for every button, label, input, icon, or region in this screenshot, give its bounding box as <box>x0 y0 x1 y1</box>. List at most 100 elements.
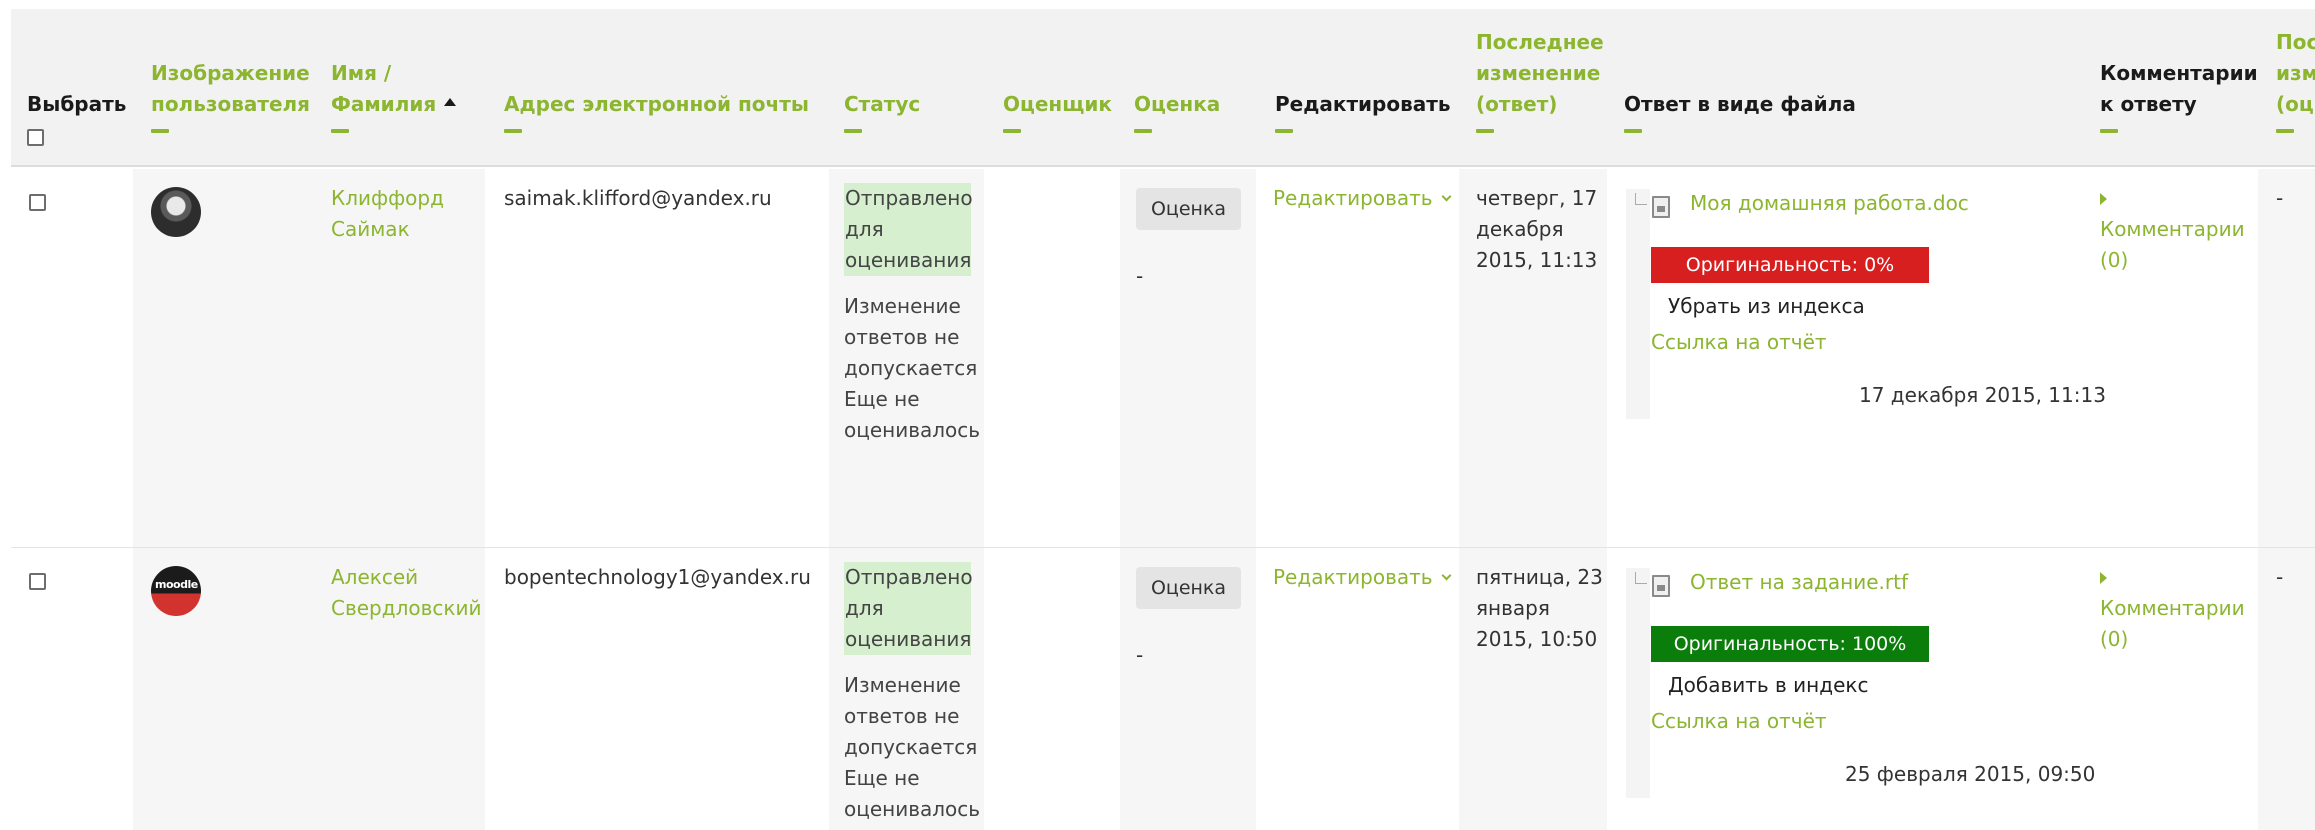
grade-button[interactable]: Оценка <box>1136 567 1241 609</box>
col-last-line2[interactable]: изм <box>2276 61 2315 85</box>
col-last-modified-grade[interactable]: Пос изм (оц <box>2276 27 2315 133</box>
col-name[interactable]: Имя / Фамилия <box>331 58 457 133</box>
row-select-checkbox[interactable] <box>29 573 46 590</box>
last-name[interactable]: Саймак <box>331 217 410 241</box>
modified-line2: декабря <box>1476 217 1564 241</box>
collapse-icon[interactable] <box>331 129 349 133</box>
col-status[interactable]: Статус <box>844 89 920 133</box>
select-all-checkbox[interactable] <box>27 129 44 146</box>
status-line3: оценивания <box>845 248 972 272</box>
avatar[interactable]: moodle <box>151 566 201 616</box>
file-link[interactable]: Моя домашняя работа.doc <box>1690 188 1969 219</box>
file-link[interactable]: Ответ на задание.rtf <box>1690 567 1908 598</box>
report-link[interactable]: Ссылка на отчёт <box>1651 706 1827 737</box>
col-modified-line3[interactable]: (ответ) <box>1476 92 1557 116</box>
col-last-line1[interactable]: Пос <box>2276 30 2315 54</box>
collapse-icon[interactable] <box>1624 129 1642 133</box>
edit-menu-label[interactable]: Редактировать <box>1273 186 1433 210</box>
user-name-link[interactable]: Клиффорд Саймак <box>331 183 444 245</box>
comments-count[interactable]: (0) <box>2100 627 2128 651</box>
originality-badge[interactable]: Оригинальность: 100% <box>1651 626 1929 662</box>
status-details: Изменение ответов не допускается Еще не … <box>844 291 980 446</box>
collapse-icon[interactable] <box>844 129 862 133</box>
expand-triangle-icon[interactable] <box>2100 193 2107 205</box>
expand-triangle-icon[interactable] <box>2100 572 2107 584</box>
col-grade-label[interactable]: Оценка <box>1134 92 1220 116</box>
col-status-label[interactable]: Статус <box>844 92 920 116</box>
comments-toggle[interactable]: Комментарии (0) <box>2100 183 2245 276</box>
col-grade[interactable]: Оценка <box>1134 89 1220 133</box>
report-link[interactable]: Ссылка на отчёт <box>1651 327 1827 358</box>
modified-line2: января <box>1476 596 1550 620</box>
status: Отправлено для оценивания Изменение отве… <box>844 562 980 825</box>
col-email-label[interactable]: Адрес электронной почты <box>504 92 809 116</box>
status: Отправлено для оценивания Изменение отве… <box>844 183 980 446</box>
edit-menu-label[interactable]: Редактировать <box>1273 565 1433 589</box>
collapse-icon[interactable] <box>1476 129 1494 133</box>
col-comments-line2: к ответу <box>2100 92 2197 116</box>
collapse-icon[interactable] <box>1134 129 1152 133</box>
collapse-icon[interactable] <box>151 129 169 133</box>
document-file-icon <box>1652 575 1670 597</box>
col-modified-line1[interactable]: Последнее <box>1476 30 1604 54</box>
table-header: Выбрать Изображение пользователя Имя / Ф… <box>11 9 2315 167</box>
grade-value: - <box>1136 264 1144 288</box>
status-line2: для <box>845 217 884 241</box>
comments-label[interactable]: Комментарии <box>2100 596 2245 620</box>
comments-toggle[interactable]: Комментарии (0) <box>2100 562 2245 655</box>
col-name-last-label[interactable]: Фамилия <box>331 92 436 116</box>
col-user-image[interactable]: Изображение пользователя <box>151 58 311 133</box>
col-user-image-label: Изображение пользователя <box>151 61 311 116</box>
table-row: Клиффорд Саймак saimak.klifford@yandex.r… <box>11 169 2315 548</box>
collapse-icon[interactable] <box>2276 129 2294 133</box>
col-name-first-label[interactable]: Имя / <box>331 61 391 85</box>
col-edit: Редактировать <box>1275 89 1451 133</box>
grade-button[interactable]: Оценка <box>1136 188 1241 230</box>
collapse-icon[interactable] <box>504 129 522 133</box>
col-grader-label[interactable]: Оценщик <box>1003 92 1112 116</box>
lock-line1: Изменение <box>844 294 961 318</box>
col-email[interactable]: Адрес электронной почты <box>504 89 809 133</box>
status-badge: Отправлено для оценивания <box>844 562 973 655</box>
first-name[interactable]: Клиффорд <box>331 186 444 210</box>
col-file-submission-label: Ответ в виде файла <box>1624 92 1856 116</box>
col-comments: Комментарии к ответу <box>2100 58 2258 133</box>
edit-menu[interactable]: Редактировать <box>1273 562 1452 593</box>
tree-connector <box>1635 572 1647 584</box>
user-name-link[interactable]: Алексей Свердловский <box>331 562 481 624</box>
last-modified: четверг, 17 декабря 2015, 11:13 <box>1476 183 1597 276</box>
comments-label[interactable]: Комментарии <box>2100 217 2245 241</box>
status-line1: Отправлено <box>845 565 973 589</box>
avatar[interactable] <box>151 187 201 237</box>
collapse-icon[interactable] <box>1275 129 1293 133</box>
col-comments-line1: Комментарии <box>2100 61 2258 85</box>
first-name[interactable]: Алексей <box>331 565 418 589</box>
chevron-down-icon <box>1441 191 1452 202</box>
file-date: 25 февраля 2015, 09:50 <box>1845 762 2096 786</box>
file-tree <box>1626 568 1650 798</box>
col-grader[interactable]: Оценщик <box>1003 89 1112 133</box>
add-to-index-link[interactable]: Добавить в индекс <box>1668 670 1868 701</box>
originality-badge[interactable]: Оригинальность: 0% <box>1651 247 1929 283</box>
col-last-modified[interactable]: Последнее изменение (ответ) <box>1476 27 1604 133</box>
modified-line3: 2015, 11:13 <box>1476 248 1598 272</box>
lock-line1: Изменение <box>844 673 961 697</box>
file-tree <box>1626 189 1650 419</box>
edit-menu[interactable]: Редактировать <box>1273 183 1452 214</box>
remove-from-index-link[interactable]: Убрать из индекса <box>1668 291 1865 322</box>
comments-count[interactable]: (0) <box>2100 248 2128 272</box>
col-select-label: Выбрать <box>27 92 127 116</box>
row-select-checkbox[interactable] <box>29 194 46 211</box>
last-name[interactable]: Свердловский <box>331 596 481 620</box>
collapse-icon[interactable] <box>1003 129 1021 133</box>
collapse-icon[interactable] <box>2100 129 2118 133</box>
col-modified-line2[interactable]: изменение <box>1476 61 1600 85</box>
status-line1: Отправлено <box>845 186 973 210</box>
column-shade <box>2258 548 2315 830</box>
lock-line2: ответов не <box>844 325 960 349</box>
sort-ascending-icon <box>444 98 457 106</box>
col-last-line3[interactable]: (оц <box>2276 92 2314 116</box>
grade-value: - <box>1136 643 1144 667</box>
col-file-submission: Ответ в виде файла <box>1624 89 1856 133</box>
col-select: Выбрать <box>27 89 126 155</box>
